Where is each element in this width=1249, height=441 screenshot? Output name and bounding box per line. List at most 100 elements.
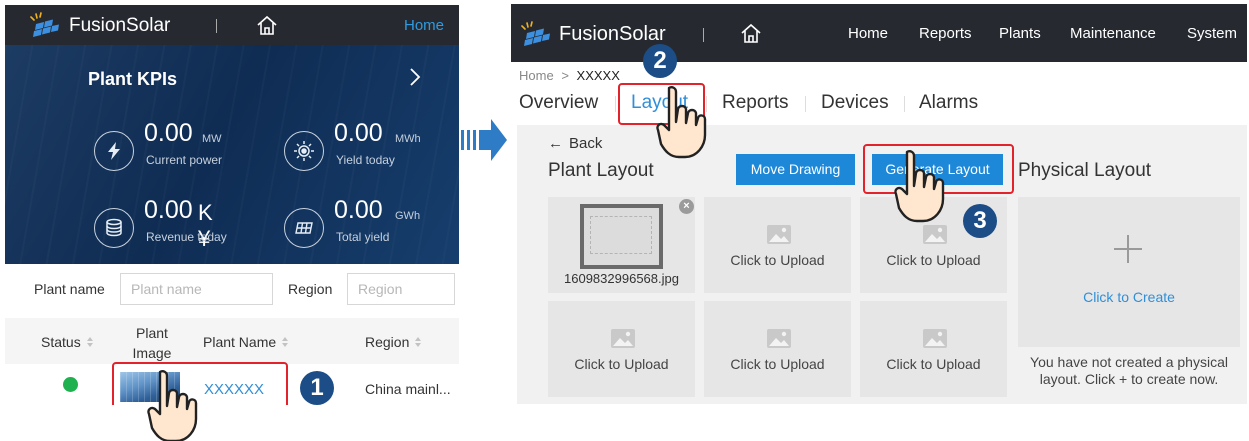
tab-reports[interactable]: Reports [722,92,789,114]
upload-label: Click to Upload [886,356,981,372]
note-line: layout. Click + to create now. [1039,371,1219,387]
kpi-unit: K ¥ [198,200,213,251]
sort-icon[interactable] [86,337,94,348]
step-badge-1: 1 [300,371,334,405]
upload-tile[interactable]: Click to Upload [704,301,851,397]
divider [703,28,704,42]
header-label: Status [41,334,81,350]
mobile-top-bar: FusionSolar Home [5,5,459,45]
tab-divider [615,96,616,112]
upload-tile[interactable]: Click to Upload [860,301,1007,397]
upload-label: Click to Upload [730,356,825,372]
step-badge-3: 3 [963,204,997,238]
breadcrumb-home[interactable]: Home [519,68,554,83]
breadcrumb-separator: > [561,68,569,83]
note-line: You have not created a physical [1030,354,1228,370]
upload-label: Click to Upload [574,356,669,372]
divider [216,19,217,33]
region-input[interactable] [347,273,455,305]
plant-kpis-card[interactable]: Plant KPIs 0.00 MW Current power 0.00 MW… [5,45,459,264]
tab-devices[interactable]: Devices [821,92,889,114]
header-label: Plant Name [203,334,277,350]
breadcrumb-current: XXXXX [576,68,620,83]
brand-name: FusionSolar [559,23,666,45]
column-header-status[interactable]: Status [41,334,94,350]
kpi-value: 0.00 [144,196,193,224]
upload-tile[interactable]: Click to Upload [548,301,695,397]
plus-icon [1114,235,1142,263]
home-link[interactable]: Home [404,17,444,34]
move-drawing-button[interactable]: Move Drawing [736,154,855,185]
uploaded-layout-tile[interactable]: × 1609832996568.jpg [548,197,695,293]
image-icon [767,225,791,244]
plant-name-input[interactable] [120,273,273,305]
brand-name: FusionSolar [69,15,171,36]
chevron-right-icon[interactable] [408,67,422,87]
layout-drawing-thumbnail [580,204,663,269]
fusionsolar-logo-icon [521,21,550,46]
uploaded-file-name: 1609832996568.jpg [564,271,679,286]
breadcrumb: Home > XXXXX [519,68,620,83]
tab-divider [904,96,905,112]
nav-system[interactable]: System [1187,25,1237,42]
nav-plants[interactable]: Plants [999,25,1041,42]
column-header-region[interactable]: Region [365,334,422,350]
image-icon [923,225,947,244]
plant-layout-title: Plant Layout [548,160,654,181]
coins-icon [94,208,134,248]
click-to-create-link[interactable]: Click to Create [1018,289,1240,305]
kpi-value: 0.00 [334,196,383,224]
kpi-value: 0.00 [334,119,383,147]
home-icon[interactable] [256,14,278,36]
web-top-bar: FusionSolar Home Reports Plants Maintena… [511,4,1247,62]
nav-reports[interactable]: Reports [919,25,972,42]
tab-divider [805,96,806,112]
header-label: Region [365,334,410,350]
column-header-plant-image: Plant Image [132,325,172,361]
physical-layout-empty-note: You have not created a physical layout. … [1018,354,1240,388]
close-icon[interactable]: × [679,199,694,214]
column-header-plant-name[interactable]: Plant Name [203,334,289,350]
fusionsolar-logo-icon [30,12,59,37]
kpi-value: 0.00 [144,119,193,147]
upload-label: Click to Upload [730,252,825,268]
back-label: Back [569,135,603,152]
lightning-icon [94,131,134,171]
step-badge-2: 2 [643,44,677,78]
upload-tile[interactable]: Click to Upload [704,197,851,293]
home-icon[interactable] [740,22,762,44]
kpi-label: Revenue today [146,230,227,244]
kpi-unit: MW [202,133,222,145]
tab-alarms[interactable]: Alarms [919,92,978,114]
arrow-left-icon: ← [548,135,563,152]
sun-icon [284,131,324,171]
physical-layout-title: Physical Layout [1018,160,1152,181]
region-cell: China mainl... [365,381,451,397]
tap-hand-icon [656,86,707,159]
plant-name-label: Plant name [34,281,105,297]
tap-hand-icon [894,150,945,223]
kpi-unit: MWh [395,133,421,145]
solar-panel-icon [284,208,324,248]
nav-home[interactable]: Home [848,25,888,42]
kpi-label: Total yield [336,230,390,244]
create-physical-layout-box[interactable]: Click to Create [1018,197,1240,347]
tap-hand-icon [147,370,198,441]
kpi-title: Plant KPIs [88,69,178,89]
back-button[interactable]: ← Back [548,135,602,152]
image-icon [611,329,635,348]
kpi-label: Current power [146,153,223,167]
tab-overview[interactable]: Overview [519,92,598,114]
upload-label: Click to Upload [886,252,981,268]
mobile-app-screen: FusionSolar Home Plant KPIs 0.00 MW Curr… [5,5,459,405]
sort-icon[interactable] [415,337,422,348]
nav-maintenance[interactable]: Maintenance [1070,25,1156,42]
kpi-label: Yield today [336,153,395,167]
region-label: Region [288,281,333,297]
table-header: Status Plant Image Plant Name Region [5,318,459,364]
web-app-screen: FusionSolar Home Reports Plants Maintena… [511,4,1247,404]
kpi-unit: GWh [395,210,421,222]
status-online-dot [63,377,78,392]
sort-icon[interactable] [282,337,289,348]
image-icon [767,329,791,348]
